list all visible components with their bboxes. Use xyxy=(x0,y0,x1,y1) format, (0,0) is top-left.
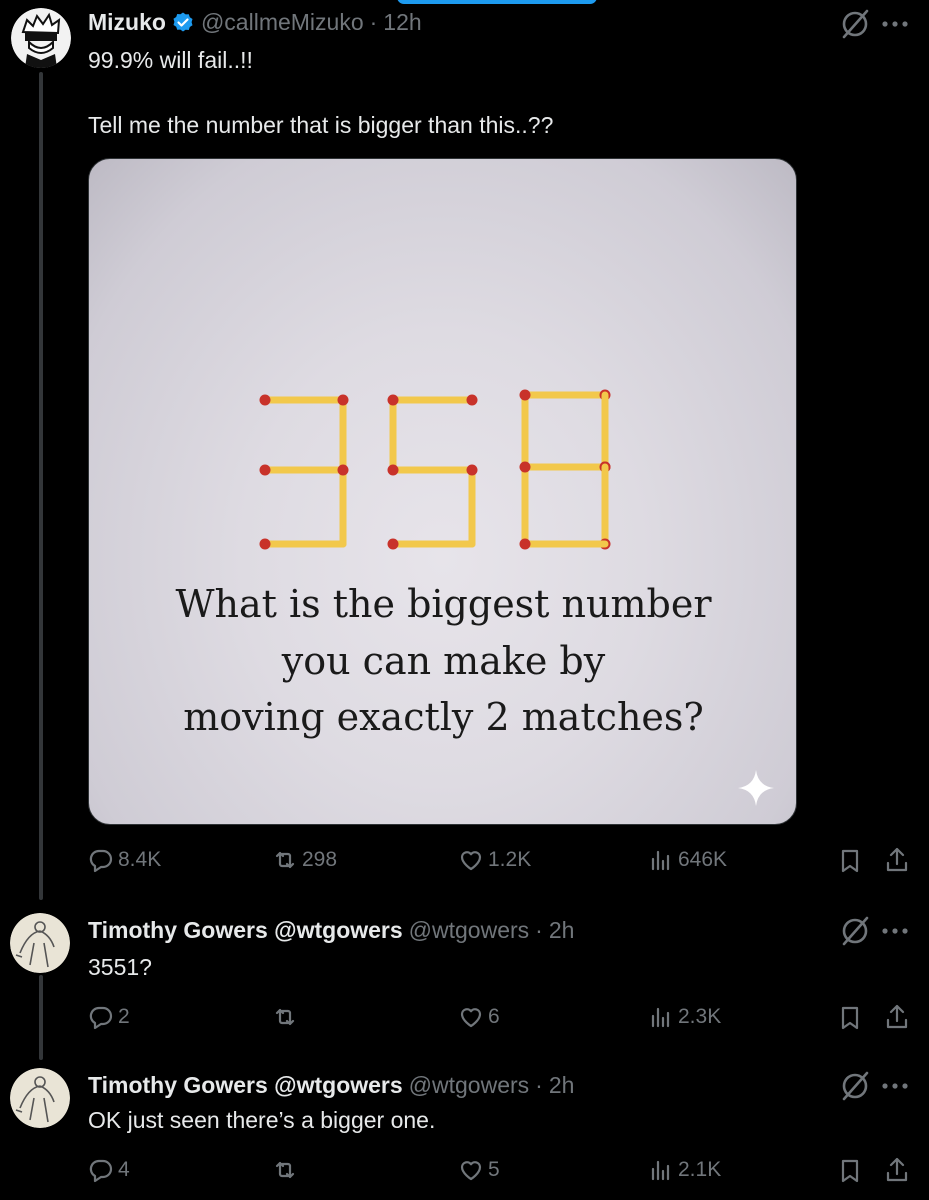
repost-button[interactable] xyxy=(272,1157,302,1183)
reply-count: 2 xyxy=(118,1005,130,1028)
puzzle-text-line: What is the biggest number xyxy=(175,582,712,626)
more-icon[interactable] xyxy=(881,927,909,935)
timestamp[interactable]: 2h xyxy=(549,917,575,944)
views-count: 646K xyxy=(678,848,728,871)
match-head xyxy=(259,464,271,476)
heart-icon xyxy=(460,1161,482,1181)
views-count: 2.1K xyxy=(678,1158,722,1181)
like-count: 1.2K xyxy=(488,848,532,871)
tweet-header: Timothy Gowers @wtgowers @wtgowers · 2h xyxy=(88,917,574,944)
views-button[interactable]: 2.1K xyxy=(648,1157,721,1183)
verified-badge-icon xyxy=(173,12,193,31)
like-button[interactable]: 6 xyxy=(458,1004,500,1030)
reply-button[interactable]: 8.4K xyxy=(88,847,161,873)
repost-icon xyxy=(275,851,295,869)
bookmark-icon[interactable] xyxy=(836,1157,864,1185)
avatar[interactable] xyxy=(10,1068,70,1128)
timestamp[interactable]: 12h xyxy=(383,9,421,36)
timestamp[interactable]: 2h xyxy=(549,1072,575,1099)
like-count: 6 xyxy=(488,1005,500,1028)
views-count: 2.3K xyxy=(678,1005,722,1028)
separator-dot: · xyxy=(369,9,378,35)
views-icon xyxy=(651,850,670,871)
match-head xyxy=(519,389,531,401)
match-head xyxy=(519,538,531,550)
tweet-text-line: Tell me the number that is bigger than t… xyxy=(88,112,554,138)
separator-dot: · xyxy=(535,1072,543,1098)
author-handle[interactable]: @wtgowers xyxy=(409,917,530,944)
share-icon[interactable] xyxy=(883,846,911,874)
tweet-image[interactable]: What is the biggest number you can make … xyxy=(88,158,797,825)
views-icon xyxy=(651,1160,670,1181)
bookmark-icon[interactable] xyxy=(836,1004,864,1032)
tweet-text-line: 3551? xyxy=(88,954,152,980)
separator-dot: · xyxy=(535,917,543,943)
author-name[interactable]: Timothy Gowers @wtgowers xyxy=(88,917,403,944)
thread-line xyxy=(39,72,43,900)
heart-icon xyxy=(460,851,482,871)
author-name[interactable]: Timothy Gowers @wtgowers xyxy=(88,1072,403,1099)
repost-button[interactable]: 298 xyxy=(272,847,337,873)
match-head xyxy=(387,464,399,476)
share-icon[interactable] xyxy=(883,1003,911,1031)
more-icon[interactable] xyxy=(881,20,909,28)
grok-icon[interactable] xyxy=(838,7,872,41)
reply-count: 8.4K xyxy=(118,848,162,871)
grok-icon[interactable] xyxy=(838,914,872,948)
thread-line xyxy=(39,975,43,1060)
match-head xyxy=(259,394,271,406)
like-button[interactable]: 1.2K xyxy=(458,847,531,873)
match-head xyxy=(466,394,478,406)
author-name[interactable]: Mizuko xyxy=(88,9,166,36)
repost-count: 298 xyxy=(302,848,338,871)
tweet-header: Mizuko @callmeMizuko · 12h xyxy=(88,9,422,36)
match-head xyxy=(259,538,271,550)
views-button[interactable]: 2.3K xyxy=(648,1004,721,1030)
match-head xyxy=(337,394,349,406)
like-count: 5 xyxy=(488,1158,500,1181)
match-head xyxy=(519,461,531,473)
reply-icon xyxy=(89,1006,113,1030)
views-icon xyxy=(651,1007,670,1028)
sparkle-icon xyxy=(738,770,774,806)
avatar[interactable] xyxy=(11,8,71,68)
like-button[interactable]: 5 xyxy=(458,1157,500,1183)
author-handle[interactable]: @wtgowers xyxy=(409,1072,530,1099)
new-posts-pill[interactable] xyxy=(397,0,597,4)
repost-button[interactable] xyxy=(272,1004,302,1030)
reply-icon xyxy=(89,1159,113,1183)
repost-icon xyxy=(275,1008,295,1026)
more-icon[interactable] xyxy=(881,1082,909,1090)
match-head xyxy=(466,464,478,476)
repost-icon xyxy=(275,1161,295,1179)
reply-count: 4 xyxy=(118,1158,130,1181)
heart-icon xyxy=(460,1008,482,1028)
avatar[interactable] xyxy=(10,913,70,973)
match-head xyxy=(387,394,399,406)
reply-button[interactable]: 2 xyxy=(88,1004,130,1030)
author-handle[interactable]: @callmeMizuko xyxy=(201,9,364,36)
reply-icon xyxy=(89,849,113,873)
match-head xyxy=(387,538,399,550)
share-icon[interactable] xyxy=(883,1156,911,1184)
reply-button[interactable]: 4 xyxy=(88,1157,130,1183)
tweet-text-line: 99.9% will fail..!! xyxy=(88,47,253,73)
views-button[interactable]: 646K xyxy=(648,847,727,873)
tweet-text-line: OK just seen there’s a bigger one. xyxy=(88,1107,436,1133)
tweet-header: Timothy Gowers @wtgowers @wtgowers · 2h xyxy=(88,1072,574,1099)
puzzle-text-line: you can make by xyxy=(281,639,606,683)
puzzle-text-line: moving exactly 2 matches? xyxy=(183,695,704,739)
bookmark-icon[interactable] xyxy=(836,847,864,875)
match-head xyxy=(337,464,349,476)
grok-icon[interactable] xyxy=(838,1069,872,1103)
